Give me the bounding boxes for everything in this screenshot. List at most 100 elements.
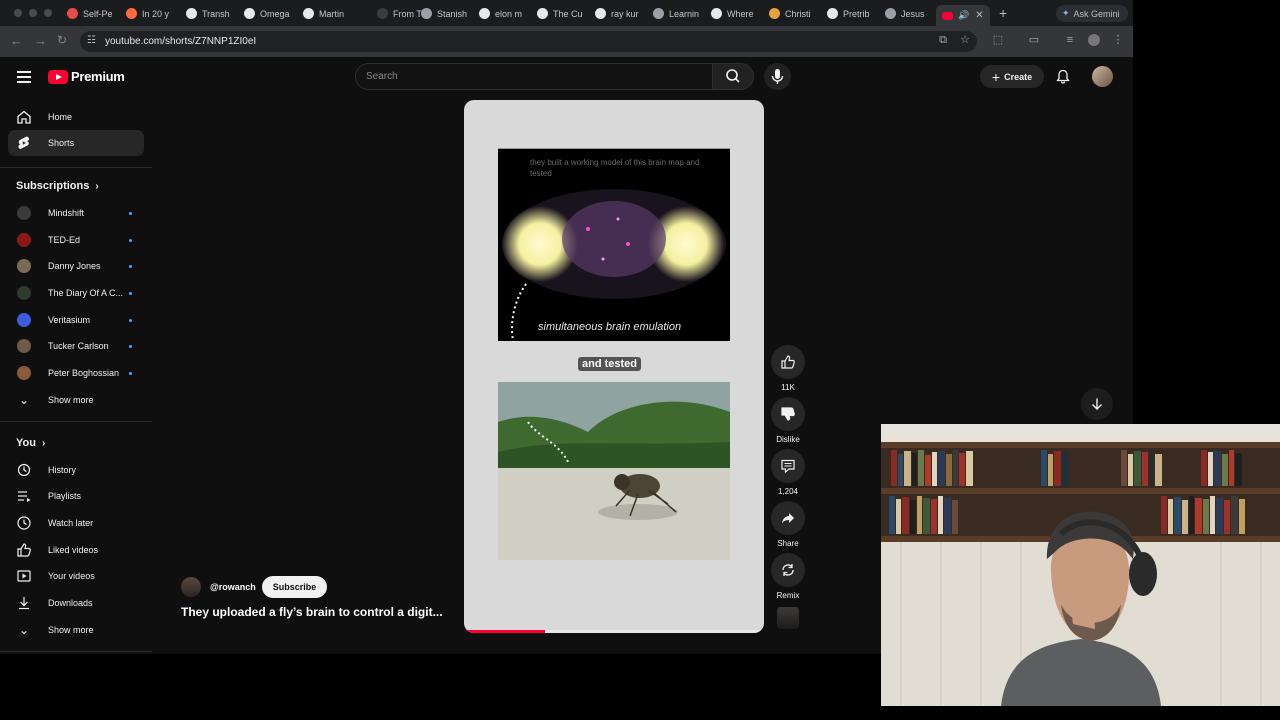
notifications-bell-icon[interactable] [1056,69,1070,84]
remix-action[interactable]: Remix [771,553,805,600]
maximize-window-dot[interactable] [44,9,52,17]
channel-avatar [16,205,32,221]
sidebar-item-history[interactable]: History [8,457,144,483]
minimize-window-dot[interactable] [29,9,37,17]
sidebar-subscription-item[interactable]: The Diary Of A C... [8,280,144,306]
short-video-player[interactable]: they built a working model of this brain… [464,100,764,633]
search-input[interactable] [355,63,713,90]
browser-tab[interactable]: Stanish [421,5,473,22]
tab-favicon-icon [377,8,388,19]
browser-tab[interactable]: Christi [769,5,821,22]
channel-row: @rowanch Subscribe [181,576,328,598]
channel-avatar-image [17,339,31,353]
account-avatar[interactable] [1092,66,1113,87]
sidebar-item-liked-videos[interactable]: Liked videos [8,537,144,563]
install-icon[interactable]: ⧉ [937,34,949,46]
channel-avatar-image [17,206,31,220]
like-action[interactable]: 11K [771,345,805,392]
like-button[interactable] [771,345,805,379]
dislike-action[interactable]: Dislike [771,397,805,444]
search-button[interactable] [712,63,754,90]
browser-tab[interactable]: Transh [186,5,238,22]
sidebar-item-label: TED-Ed [48,235,81,245]
ask-gemini-button[interactable]: ✦ Ask Gemini [1056,5,1128,22]
sidebar-show-more-subscriptions[interactable]: ⌄ Show more [8,387,144,413]
speaker-icon[interactable]: 🔊 [958,10,969,21]
tab-active-youtube[interactable]: 🔊 ✕ [936,5,990,26]
media-controls-icon[interactable]: ≡ [1064,34,1076,46]
sidebar-item-home[interactable]: Home [8,104,144,130]
short-title[interactable]: They uploaded a fly’s brain to control a… [181,605,443,619]
subscriptions-header[interactable]: Subscriptions › [16,180,99,192]
close-window-dot[interactable] [14,9,22,17]
more-menu-icon[interactable]: ⋮ [1112,34,1124,46]
browser-tab[interactable]: Pretrib [827,5,879,22]
remix-button[interactable] [771,553,805,587]
new-tab-button[interactable]: + [999,5,1007,21]
sidebar-item-downloads[interactable]: Downloads [8,590,144,616]
comments-button[interactable] [771,449,805,483]
sidebar-item-shorts[interactable]: Shorts [8,130,144,156]
sidebar-subscription-item[interactable]: Danny Jones [8,253,144,279]
url-text[interactable]: youtube.com/shorts/Z7NNP1ZI0eI [105,36,256,47]
create-button[interactable]: + Create [980,65,1044,88]
youtube-logo[interactable]: Premium [48,69,125,84]
comment-icon [781,459,795,474]
browser-tab[interactable]: Self-Pe [67,5,119,22]
voice-search-button[interactable] [764,63,791,90]
browser-tab[interactable]: In 20 y [126,5,178,22]
browser-tab[interactable]: elon m [479,5,531,22]
browser-tab-label: Where [727,8,754,19]
extensions-icon[interactable]: ⬚ [992,34,1004,46]
reading-list-icon[interactable]: ▭ [1028,34,1040,46]
chevron-right-icon: › [95,181,99,192]
sidebar-subscription-item[interactable]: Peter Boghossian [8,360,144,386]
bookmark-star-icon[interactable]: ☆ [959,34,971,46]
sidebar-item-playlists[interactable]: Playlists [8,483,144,509]
comments-action[interactable]: 1,204 [771,449,805,496]
sidebar-item-your-videos[interactable]: Your videos [8,563,144,589]
site-settings-icon[interactable]: ☷ [87,35,96,46]
reload-icon[interactable]: ↻ [57,33,67,47]
new-content-dot [129,291,132,295]
like-count: 11K [781,383,795,392]
browser-tab[interactable]: Martin [303,5,355,22]
sidebar-subscription-item[interactable]: TED-Ed [8,227,144,253]
back-icon[interactable]: ← [10,33,23,48]
close-tab-icon[interactable]: ✕ [975,10,983,21]
subscriptions-title: Subscriptions [16,180,90,192]
browser-tab[interactable]: Learnin [653,5,705,22]
sound-source-avatar[interactable] [777,607,799,629]
subscribe-button[interactable]: Subscribe [261,576,328,598]
gemini-spark-icon: ✦ [1062,8,1070,18]
sidebar-subscription-item[interactable]: Mindshift [8,200,144,226]
browser-tab[interactable]: ray kur [595,5,647,22]
sidebar-subscription-item[interactable]: Veritasium [8,307,144,333]
sidebar-subscription-item[interactable]: Tucker Carlson [8,333,144,359]
dislike-button[interactable] [771,397,805,431]
browser-tab[interactable]: Jesus [885,5,937,22]
new-content-dot [129,238,132,242]
tab-favicon-icon [711,8,722,19]
sidebar-show-more-you[interactable]: ⌄ Show more [8,617,144,643]
forward-icon[interactable]: → [34,33,47,48]
next-short-button[interactable] [1081,388,1113,420]
you-title: You [16,437,36,449]
browser-tab[interactable]: The Cu [537,5,589,22]
you-header[interactable]: You › [16,437,45,449]
hamburger-menu-icon[interactable] [17,71,31,83]
browser-tab[interactable]: Omega [244,5,296,22]
browser-tab-label: From T [393,8,422,19]
tab-favicon-icon [537,8,548,19]
browser-tab[interactable]: Where [711,5,763,22]
share-label: Share [777,539,799,548]
profile-icon[interactable] [1088,34,1100,46]
sidebar-item-watch-later[interactable]: Watch later [8,510,144,536]
channel-avatar [16,338,32,354]
share-button[interactable] [771,501,805,535]
share-action[interactable]: Share [771,501,805,548]
show-more-label: Show more [48,395,94,405]
browser-tab-label: Christi [785,8,811,19]
channel-name[interactable]: @rowanch [210,582,256,592]
channel-avatar[interactable] [181,577,201,597]
